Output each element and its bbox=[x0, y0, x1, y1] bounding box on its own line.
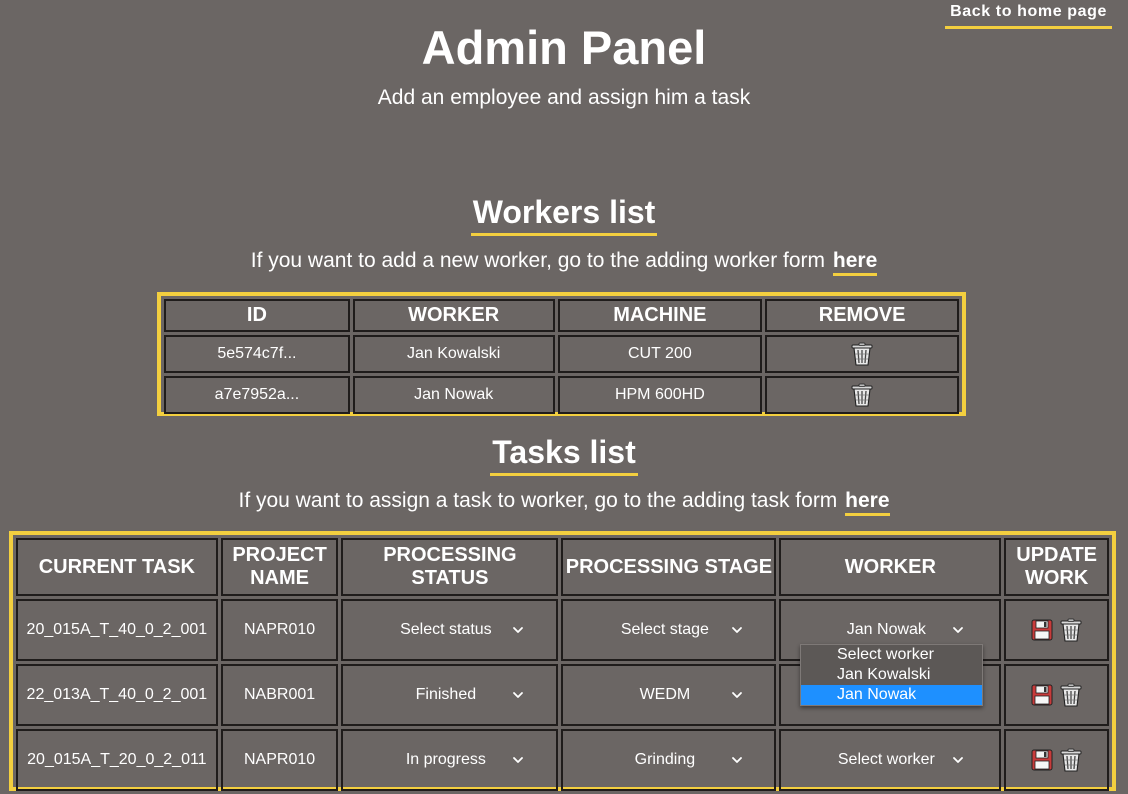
status-cell: Select status bbox=[341, 599, 559, 661]
status-select[interactable]: Finished bbox=[375, 686, 525, 704]
trash-icon[interactable] bbox=[1060, 748, 1082, 772]
col-header-worker: WORKER bbox=[352, 299, 555, 332]
update-work-cell bbox=[1004, 599, 1109, 661]
stage-select[interactable]: Grinding bbox=[594, 751, 744, 769]
stage-cell: WEDM bbox=[561, 664, 777, 726]
table-row: 5e574c7f... Jan Kowalski CUT 200 bbox=[164, 335, 959, 373]
stage-cell: Select stage bbox=[561, 599, 777, 661]
col-header-project-name: PROJECT NAME bbox=[220, 538, 339, 596]
col-header-id: ID bbox=[164, 299, 350, 332]
stage-select-value: Select stage bbox=[620, 621, 709, 638]
add-task-link[interactable]: here bbox=[845, 490, 890, 516]
page-title: Admin Panel bbox=[421, 21, 707, 74]
status-select-value: In progress bbox=[405, 751, 486, 768]
tasks-header-row: CURRENT TASK PROJECT NAME PROCESSING STA… bbox=[16, 538, 1109, 596]
status-select-value: Finished bbox=[415, 686, 477, 703]
stage-select-value: Grinding bbox=[634, 751, 696, 768]
col-header-remove: REMOVE bbox=[765, 299, 959, 332]
dropdown-option-select-worker[interactable]: Select worker bbox=[801, 645, 982, 665]
task-id-cell: 22_013A_T_40_0_2_001 bbox=[16, 664, 218, 726]
stage-select[interactable]: Select stage bbox=[594, 621, 744, 639]
chevron-down-icon bbox=[730, 688, 744, 702]
stage-select[interactable]: WEDM bbox=[594, 686, 744, 704]
chevron-down-icon bbox=[951, 753, 965, 767]
col-header-processing-status: PROCESSING STATUS bbox=[341, 538, 559, 596]
workers-desc-text: If you want to add a new worker, go to t… bbox=[250, 249, 831, 272]
tasks-description: If you want to assign a task to worker, … bbox=[0, 489, 1128, 516]
project-name-cell: NAPR010 bbox=[220, 599, 339, 661]
trash-icon[interactable] bbox=[851, 383, 873, 407]
col-header-worker: WORKER bbox=[779, 538, 1002, 596]
chevron-down-icon bbox=[511, 753, 525, 767]
remove-cell bbox=[765, 376, 959, 414]
worker-id-cell: a7e7952a... bbox=[164, 376, 350, 414]
chevron-down-icon bbox=[730, 623, 744, 637]
worker-select-value: Jan Nowak bbox=[846, 621, 926, 638]
page-subtitle: Add an employee and assign him a task bbox=[377, 86, 751, 109]
worker-select-value: Select worker bbox=[837, 751, 935, 768]
worker-id-cell: 5e574c7f... bbox=[164, 335, 350, 373]
status-select[interactable]: In progress bbox=[375, 751, 525, 769]
col-header-processing-stage: PROCESSING STAGE bbox=[561, 538, 777, 596]
worker-select[interactable]: Jan Nowak bbox=[815, 621, 965, 639]
workers-header-row: ID WORKER MACHINE REMOVE bbox=[164, 299, 959, 332]
workers-table: ID WORKER MACHINE REMOVE 5e574c7f... Jan… bbox=[161, 296, 962, 417]
add-worker-link[interactable]: here bbox=[832, 250, 878, 276]
tasks-section-title: Tasks list bbox=[0, 434, 1128, 476]
workers-title-text: Workers list bbox=[470, 194, 658, 236]
trash-icon[interactable] bbox=[1060, 683, 1082, 707]
worker-dropdown-menu: Select worker Jan Kowalski Jan Nowak bbox=[800, 644, 983, 706]
update-work-cell bbox=[1004, 664, 1109, 726]
task-id-cell: 20_015A_T_40_0_2_001 bbox=[16, 599, 218, 661]
col-header-machine: MACHINE bbox=[557, 299, 763, 332]
workers-section-title: Workers list bbox=[0, 194, 1128, 236]
tasks-title-text: Tasks list bbox=[490, 434, 638, 476]
workers-description: If you want to add a new worker, go to t… bbox=[0, 249, 1128, 276]
stage-select-value: WEDM bbox=[639, 686, 691, 703]
chevron-down-icon bbox=[511, 623, 525, 637]
trash-icon[interactable] bbox=[1060, 618, 1082, 642]
worker-select[interactable]: Select worker bbox=[815, 751, 965, 769]
status-select[interactable]: Select status bbox=[375, 621, 525, 639]
dropdown-option-jan-nowak[interactable]: Jan Nowak bbox=[801, 685, 982, 705]
status-select-value: Select status bbox=[400, 621, 492, 638]
col-header-current-task: CURRENT TASK bbox=[16, 538, 218, 596]
table-row: a7e7952a... Jan Nowak HPM 600HD bbox=[164, 376, 959, 414]
dropdown-option-jan-kowalski[interactable]: Jan Kowalski bbox=[801, 665, 982, 685]
project-name-cell: NABR001 bbox=[220, 664, 339, 726]
trash-icon[interactable] bbox=[851, 342, 873, 366]
worker-machine-cell: HPM 600HD bbox=[557, 376, 763, 414]
chevron-down-icon bbox=[730, 753, 744, 767]
workers-table-frame: ID WORKER MACHINE REMOVE 5e574c7f... Jan… bbox=[157, 292, 966, 416]
status-cell: Finished bbox=[341, 664, 559, 726]
remove-cell bbox=[765, 335, 959, 373]
worker-machine-cell: CUT 200 bbox=[557, 335, 763, 373]
tasks-desc-text: If you want to assign a task to worker, … bbox=[238, 489, 844, 512]
floppy-disk-icon[interactable] bbox=[1031, 684, 1053, 706]
col-header-update-work: UPDATE WORK bbox=[1004, 538, 1109, 596]
chevron-down-icon bbox=[511, 688, 525, 702]
worker-name-cell: Jan Nowak bbox=[352, 376, 555, 414]
floppy-disk-icon[interactable] bbox=[1031, 619, 1053, 641]
worker-name-cell: Jan Kowalski bbox=[352, 335, 555, 373]
floppy-disk-icon[interactable] bbox=[1031, 749, 1053, 771]
chevron-down-icon bbox=[951, 623, 965, 637]
